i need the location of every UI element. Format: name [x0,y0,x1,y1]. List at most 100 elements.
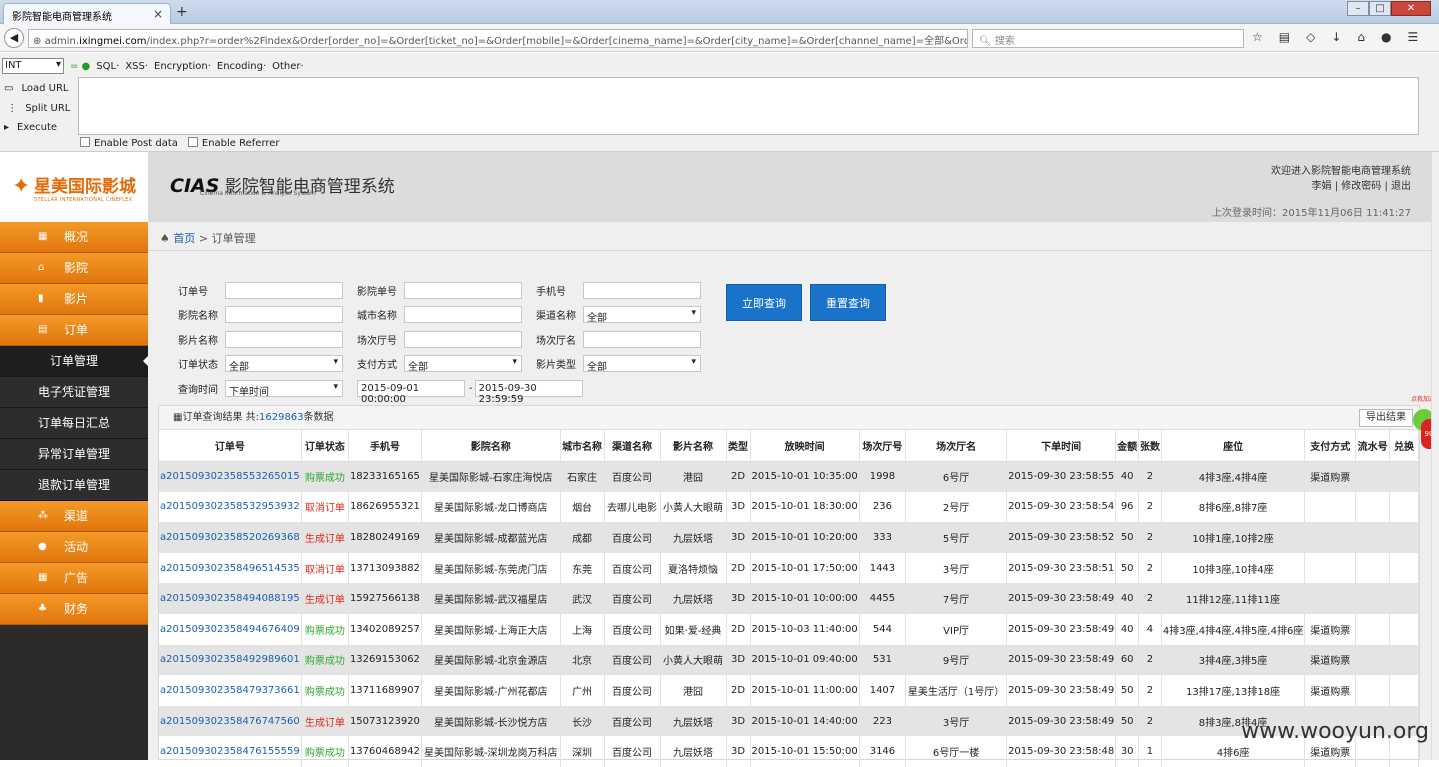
enable-post-checkbox[interactable]: Enable Post data [80,137,178,149]
pocket-icon[interactable]: ◇ [1306,30,1315,44]
table-row[interactable]: a201509302358479373661购票成功13711689907星美国… [159,675,1419,706]
sidebar-sub-refund[interactable]: 退款订单管理 [0,470,148,501]
menu-icon[interactable]: ☰ [1408,30,1419,44]
hall-name-input[interactable] [583,331,701,348]
sidebar-item-finance[interactable]: ♣财务 [0,594,148,625]
sidebar-sub-voucher[interactable]: 电子凭证管理 [0,377,148,408]
reading-list-icon[interactable]: ▤ [1279,30,1290,44]
enable-referrer-checkbox[interactable]: Enable Referrer [188,137,280,149]
table-cell: 5号厅 [906,522,1007,553]
new-tab-icon[interactable]: + [176,4,188,20]
plus-minus-icon[interactable]: = ● [70,61,90,72]
ticket-no-input[interactable] [404,282,522,299]
browser-tab[interactable]: 影院智能电商管理系统 × [3,3,171,24]
menu-encoding[interactable]: Encoding· [217,61,266,72]
table-cell: 333 [859,522,905,553]
close-window-icon[interactable]: ✕ [1391,1,1431,16]
order-no-link[interactable]: a201509302358520269368 [159,522,301,553]
order-no-link[interactable]: a201509302358492989601 [159,645,301,676]
hackbar-url-textarea[interactable] [78,77,1419,135]
query-button[interactable]: 立即查询 [726,284,802,321]
order-no-link[interactable]: a201509302358532953932 [159,492,301,523]
table-row[interactable]: a201509302358476155559购票成功13760468942星美国… [159,736,1419,767]
star-icon[interactable]: ☆ [1252,30,1263,44]
table-row[interactable]: a201509302358476747560生成订单15073123920星美国… [159,706,1419,737]
page-scrollbar[interactable] [1431,152,1439,760]
table-cell: 星美国际影城-龙口博商店 [421,492,560,523]
export-button[interactable]: 导出结果 [1359,409,1413,427]
table-row[interactable]: a201509302358553265015购票成功18233165165星美国… [159,461,1419,492]
mobile-input[interactable] [583,282,701,299]
download-icon[interactable]: ↓ [1331,30,1341,44]
load-url-action[interactable]: ▭Load URL [4,79,70,99]
table-row[interactable]: a201509302358532953932取消订单18626955321星美国… [159,492,1419,523]
url-bar[interactable]: ⊕ admin.ixingmei.com/index.php?r=order%2… [28,29,968,48]
type-select[interactable]: INT [2,58,64,74]
city-input[interactable] [404,306,522,323]
home-icon[interactable]: ⌂ [1357,30,1365,44]
channel-select[interactable]: 全部 [583,306,701,323]
sidebar-item-channel[interactable]: ⁂渠道 [0,501,148,532]
execute-action[interactable]: ▸Execute [4,118,70,138]
breadcrumb: ♠ 首页 > 订单管理 [160,230,256,246]
column-header: 渠道名称 [604,430,660,461]
sidebar-item-movie[interactable]: ▮影片 [0,284,148,315]
sidebar-item-order[interactable]: ▤订单 [0,315,148,346]
sidebar-item-ads[interactable]: ▦广告 [0,563,148,594]
sidebar-item-cinema[interactable]: ⌂影院 [0,253,148,284]
status-select[interactable]: 全部 [225,355,343,372]
menu-other[interactable]: Other· [272,61,304,72]
sidebar-sub-daily-summary[interactable]: 订单每日汇总 [0,408,148,439]
order-no-link[interactable]: a201509302358496514535 [159,553,301,584]
maximize-icon[interactable]: □ [1369,1,1391,16]
pay-select[interactable]: 全部 [404,355,522,372]
order-no-link[interactable]: a201509302358476155559 [159,736,301,767]
search-input[interactable]: 🔍︎ 搜索 [972,29,1244,48]
table-cell: 2 [1139,706,1162,737]
breadcrumb-home[interactable]: 首页 [173,232,195,245]
chat-icon[interactable]: ● [1381,30,1391,44]
table-cell: VIP厅 [906,614,1007,645]
back-arrow-icon[interactable]: ◀ [4,28,24,48]
film-icon: ▮ [38,284,44,314]
split-url-action[interactable]: ⋮Split URL [4,99,70,119]
sidebar-item-activity[interactable]: ●活动 [0,532,148,563]
table-row[interactable]: a201509302358494088195生成订单15927566138星美国… [159,583,1419,614]
sidebar-label: 财务 [64,602,88,616]
hall-no-input[interactable] [404,331,522,348]
order-no-link[interactable]: a201509302358476747560 [159,706,301,737]
order-no-link[interactable]: a201509302358494676409 [159,614,301,645]
table-row[interactable]: a201509302358520269368生成订单18280249169星美国… [159,522,1419,553]
user-links[interactable]: 李娟 | 修改密码 | 退出 [1212,179,1411,194]
order-no-link[interactable]: a201509302358479373661 [159,675,301,706]
order-no-input[interactable] [225,282,343,299]
order-no-link[interactable]: a201509302358494088195 [159,583,301,614]
start-time-input[interactable]: 2015-09-01 00:00:00 [357,380,465,397]
sidebar-sub-abnormal[interactable]: 异常订单管理 [0,439,148,470]
status-cell: 生成订单 [301,706,348,737]
table-row[interactable]: a201509302358496514535取消订单13713093882星美国… [159,553,1419,584]
qtime-select[interactable]: 下单时间 [225,380,343,397]
table-cell: 星美国际影城-武汉福星店 [421,583,560,614]
table-cell: 3排4座,3排5座 [1161,645,1304,676]
sidebar-item-overview[interactable]: ▦概况 [0,222,148,253]
end-time-input[interactable]: 2015-09-30 23:59:59 [475,380,583,397]
minimize-icon[interactable]: – [1347,1,1369,16]
movie-input[interactable] [225,331,343,348]
reset-button[interactable]: 重置查询 [810,284,886,321]
menu-sql[interactable]: SQL· [96,61,119,72]
mtype-select[interactable]: 全部 [583,355,701,372]
table-cell: 50 [1116,675,1139,706]
close-tab-icon[interactable]: × [153,7,163,21]
status-cell: 购票成功 [301,675,348,706]
cinema-input[interactable] [225,306,343,323]
table-row[interactable]: a201509302358494676409购票成功13402089257星美国… [159,614,1419,645]
table-row[interactable]: a201509302358492989601购票成功13269153062星美国… [159,645,1419,676]
order-no-link[interactable]: a201509302358553265015 [159,461,301,492]
table-cell: 渠道购票 [1305,645,1356,676]
table-cell: 百度公司 [604,736,660,767]
sidebar-sub-order-manage[interactable]: 订单管理 [0,346,148,377]
menu-encryption[interactable]: Encryption· [154,61,211,72]
menu-xss[interactable]: XSS· [125,61,148,72]
table-cell: 2015-09-30 23:58:48 [1007,736,1116,767]
